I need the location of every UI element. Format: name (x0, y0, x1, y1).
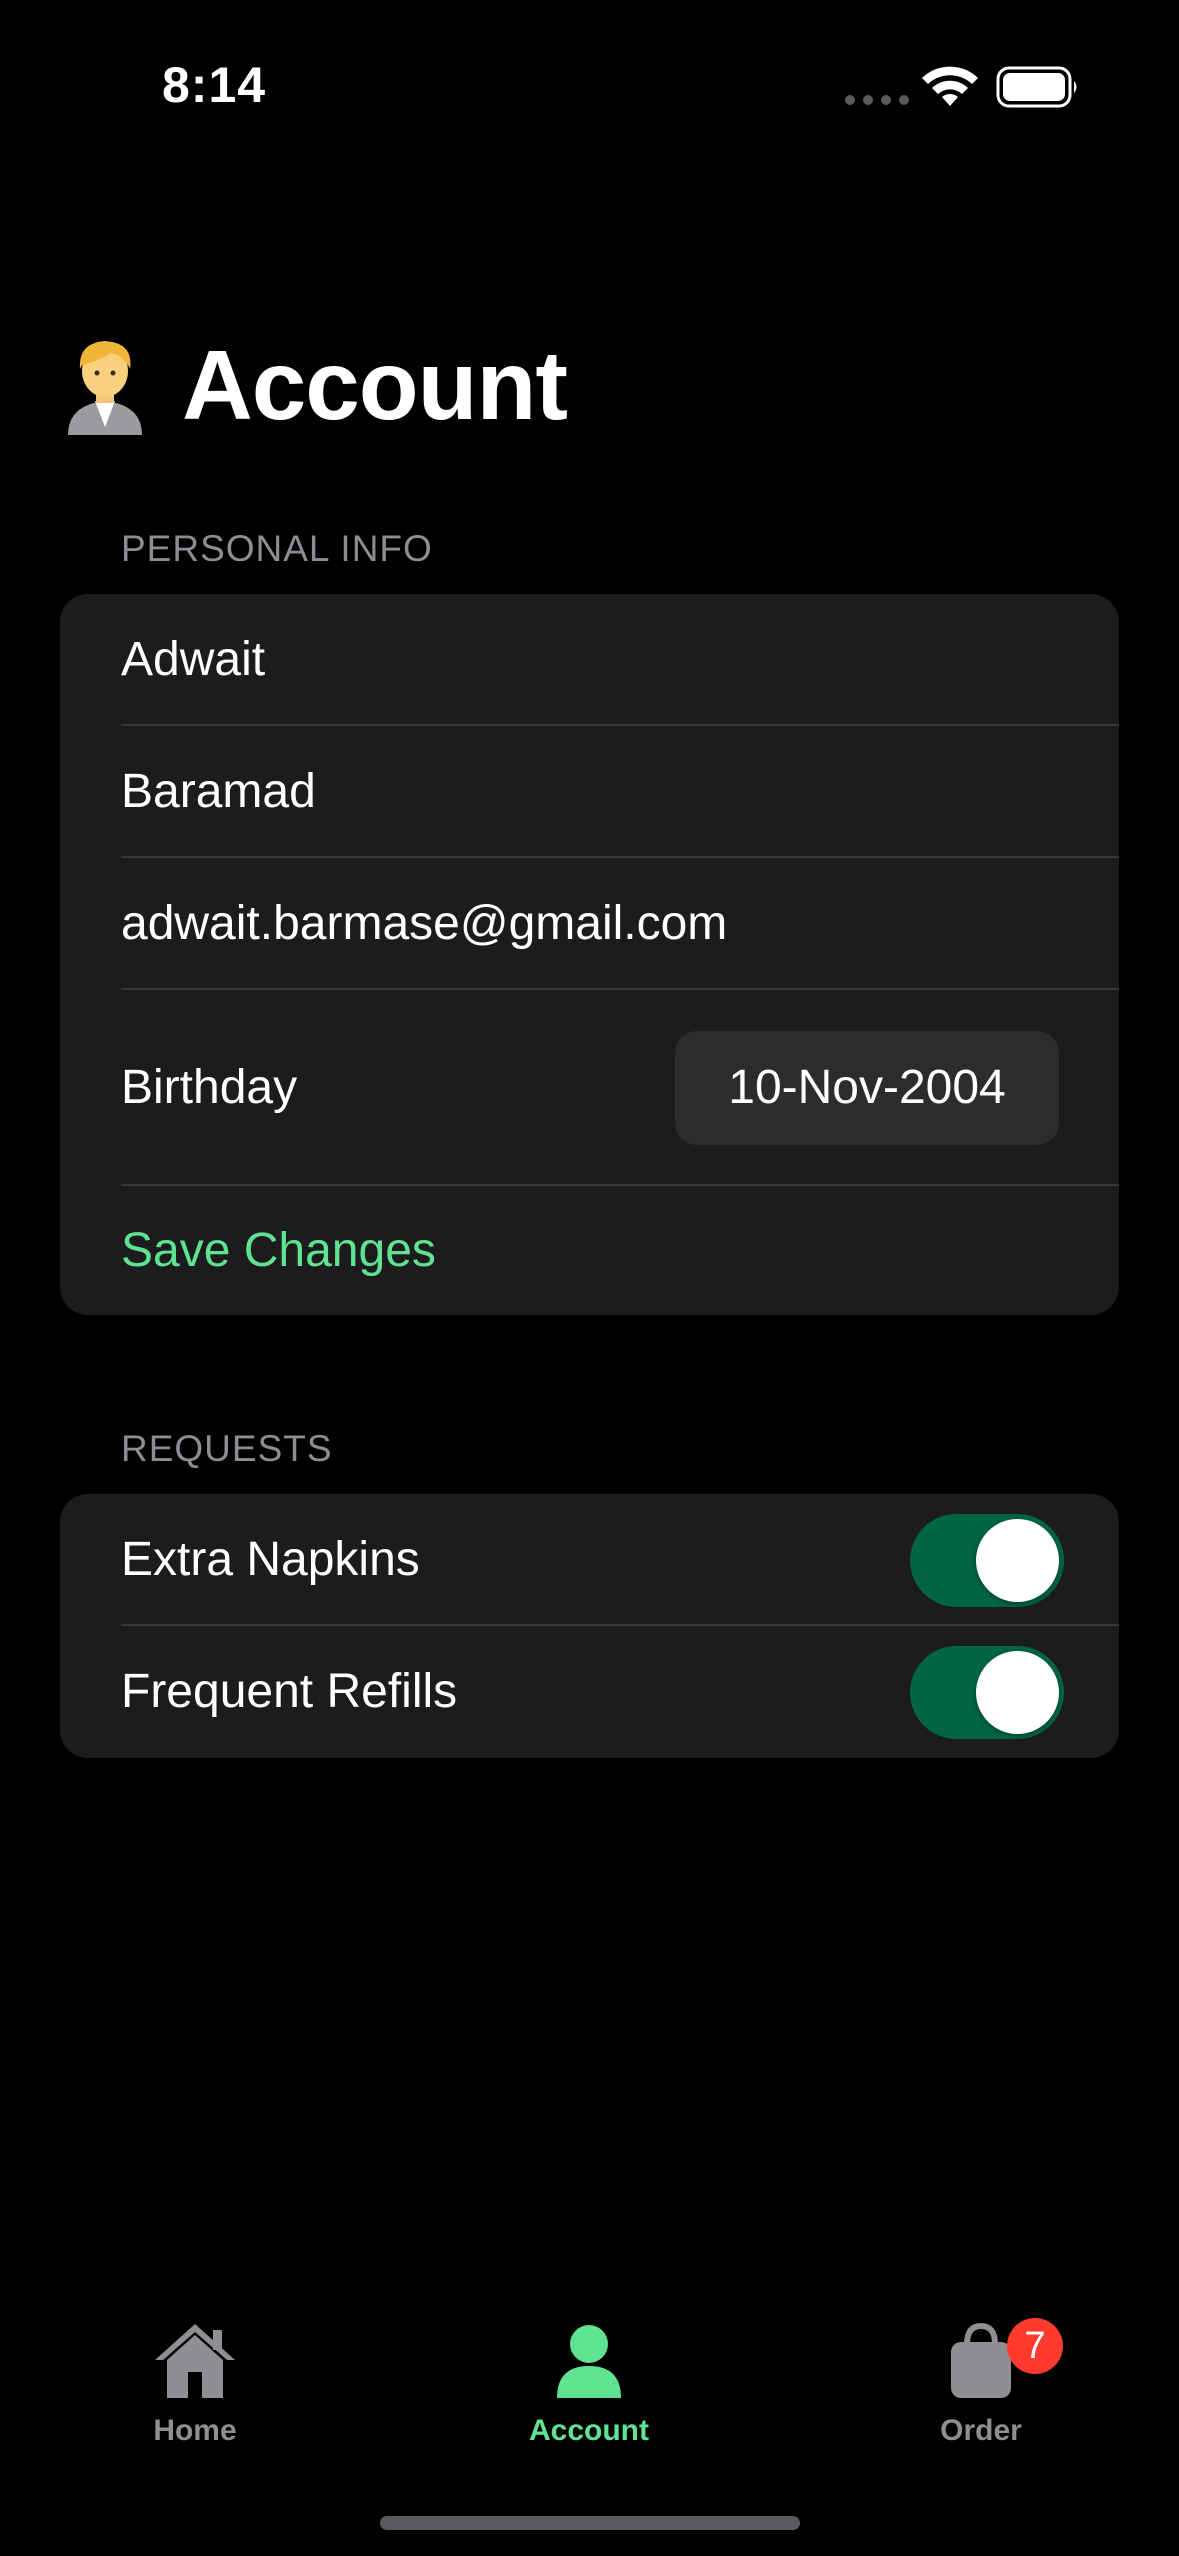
person-blond-icon (68, 341, 142, 435)
battery-icon (996, 66, 1077, 108)
status-bar: 8:14 (0, 0, 1179, 170)
first-name-value[interactable]: Adwait (121, 594, 265, 726)
person-icon (557, 2325, 621, 2398)
cellular-signal-icon (845, 95, 909, 105)
extra-napkins-label: Extra Napkins (121, 1533, 420, 1586)
status-time: 8:14 (162, 57, 267, 113)
first-name-field[interactable]: Adwait (60, 594, 1119, 726)
last-name-value[interactable]: Baramad (121, 726, 316, 858)
requests-card: Extra Napkins Frequent Refills (60, 1494, 1119, 1758)
extra-napkins-toggle[interactable] (910, 1514, 1064, 1607)
save-changes-label[interactable]: Save Changes (121, 1186, 436, 1315)
toggle-knob (976, 1651, 1059, 1734)
birthday-row: Birthday 10-Nov-2004 (60, 990, 1119, 1186)
order-count-badge: 7 (1007, 2318, 1063, 2374)
house-icon (155, 2324, 235, 2398)
home-indicator[interactable] (380, 2516, 800, 2530)
tab-account-label: Account (529, 2414, 649, 2447)
tab-home-label: Home (153, 2414, 237, 2447)
tab-account[interactable]: Account (479, 2320, 699, 2448)
wifi-icon (922, 66, 978, 106)
email-value[interactable]: adwait.barmase@gmail.com (121, 858, 727, 990)
personal-info-section-title: PERSONAL INFO (121, 528, 433, 569)
tab-order-label: Order (940, 2414, 1022, 2447)
requests-section-title: REQUESTS (121, 1428, 333, 1469)
save-changes-button[interactable]: Save Changes (60, 1186, 1119, 1315)
personal-info-card: Adwait Baramad adwait.barmase@gmail.com … (60, 594, 1119, 1315)
toggle-knob (976, 1519, 1059, 1602)
email-field[interactable]: adwait.barmase@gmail.com (60, 858, 1119, 990)
last-name-field[interactable]: Baramad (60, 726, 1119, 858)
frequent-refills-toggle[interactable] (910, 1646, 1064, 1739)
page-title: Account (182, 330, 568, 440)
request-row-frequent-refills: Frequent Refills (60, 1626, 1119, 1758)
frequent-refills-label: Frequent Refills (121, 1665, 458, 1718)
request-row-extra-napkins: Extra Napkins (60, 1494, 1119, 1626)
tab-home[interactable]: Home (85, 2320, 305, 2448)
birthday-date-picker[interactable]: 10-Nov-2004 (675, 1031, 1059, 1145)
birthday-label: Birthday (121, 1061, 298, 1114)
